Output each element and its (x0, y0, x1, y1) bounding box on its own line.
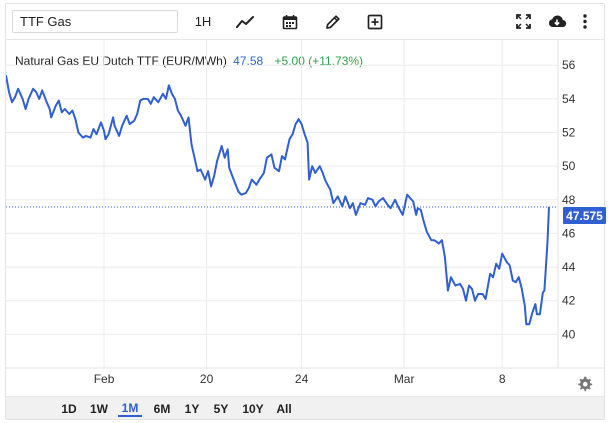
range-1m[interactable]: 1M (118, 400, 142, 417)
chart-widget: 1H (5, 3, 606, 420)
range-1w[interactable]: 1W (88, 400, 110, 417)
x-tick-label: Feb (94, 372, 115, 386)
y-tick-label: 54 (562, 92, 576, 106)
range-1d[interactable]: 1D (59, 400, 79, 417)
y-tick-label: 56 (562, 58, 576, 72)
y-tick-label: 52 (562, 126, 576, 140)
x-axis: Feb 20 24 Mar 8 (94, 372, 506, 386)
y-tick-label: 50 (562, 159, 576, 173)
range-selector: 1D 1W 1M 6M 1Y 5Y 10Y All (6, 396, 604, 419)
range-10y[interactable]: 10Y (240, 400, 266, 417)
y-tick-label: 48 (562, 193, 576, 207)
range-6m[interactable]: 6M (151, 400, 173, 417)
x-tick-label: 8 (499, 372, 506, 386)
price-chart[interactable]: 40 42 44 46 48 50 52 54 56 Feb 20 24 Mar 8 (6, 4, 604, 396)
range-5y[interactable]: 5Y (211, 400, 231, 417)
last-price-tag: 47.575 (563, 207, 606, 224)
x-tick-label: 20 (200, 372, 214, 386)
y-axis: 40 42 44 46 48 50 52 54 56 (562, 58, 576, 341)
settings-gear-icon[interactable] (577, 376, 593, 392)
x-tick-label: 24 (295, 372, 309, 386)
y-tick-label: 42 (562, 294, 576, 308)
y-tick-label: 46 (562, 226, 576, 240)
range-all[interactable]: All (274, 400, 294, 417)
grid (6, 40, 604, 369)
y-tick-label: 40 (562, 327, 576, 341)
y-tick-label: 44 (562, 260, 576, 274)
range-1y[interactable]: 1Y (182, 400, 202, 417)
x-tick-label: Mar (394, 372, 415, 386)
